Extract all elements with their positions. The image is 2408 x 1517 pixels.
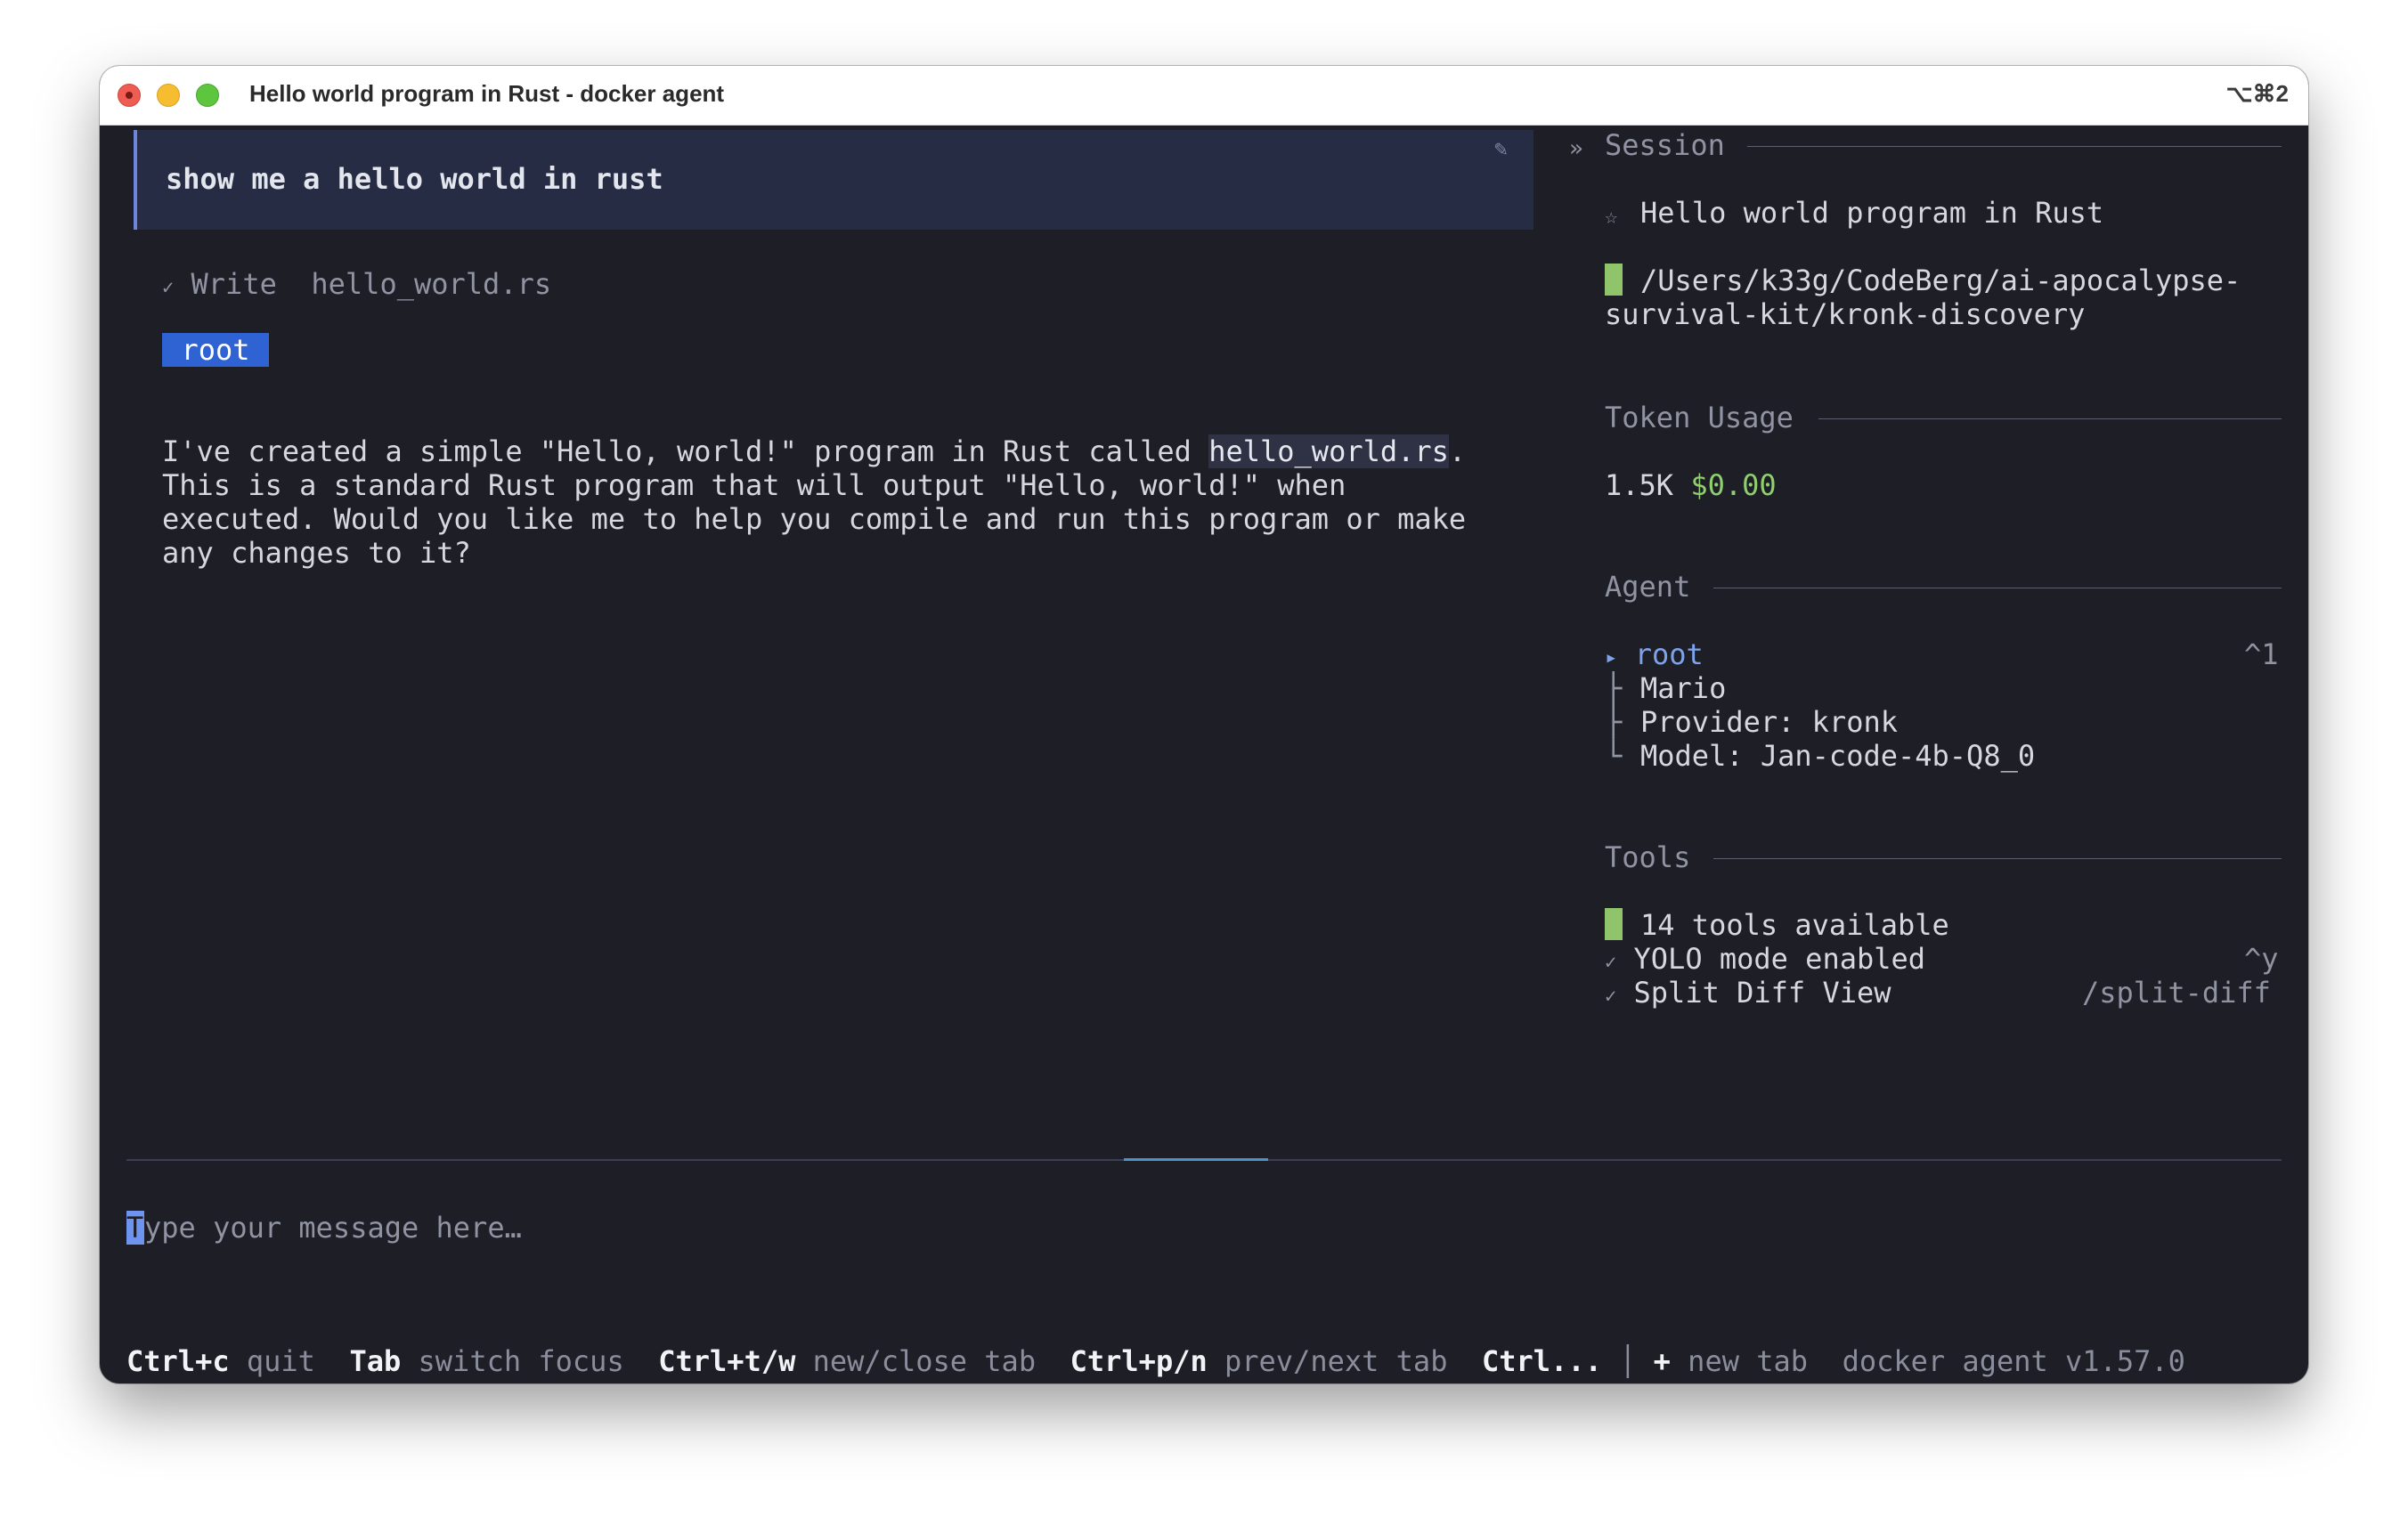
- text-cursor: T: [126, 1211, 144, 1245]
- token-usage-divider: [1818, 418, 2282, 419]
- yolo-mode-label: YOLO mode enabled: [1633, 942, 1926, 976]
- session-title: Hello world program in Rust: [1640, 196, 2104, 230]
- title-bar: Hello world program in Rust - docker age…: [100, 66, 2308, 126]
- tool-call-row[interactable]: ✓ Write hello_world.rs: [162, 267, 551, 305]
- split-diff-label: Split Diff View: [1633, 976, 1891, 1010]
- check-icon: ✓: [1605, 986, 1617, 1008]
- sidebar-collapse-icon[interactable]: »: [1569, 132, 1583, 166]
- response-line-2: This is a standard Rust program that wil…: [162, 468, 1346, 502]
- agent-name: root: [1634, 637, 1704, 671]
- agent-provider: Provider: kronk: [1640, 705, 1898, 739]
- response-line-3: executed. Would you like me to help you …: [162, 502, 1467, 536]
- window-shortcut: ⌥⌘2: [2225, 80, 2289, 107]
- tools-heading: Tools: [1605, 840, 1691, 874]
- key-prev-next-tab[interactable]: Ctrl+p/n: [1070, 1344, 1208, 1378]
- agent-arrow-icon: ▸: [1605, 645, 1618, 669]
- user-message[interactable]: show me a hello world in rust ✎: [134, 130, 1533, 230]
- key-quit-label: quit: [246, 1344, 315, 1378]
- check-icon: ✓: [162, 277, 175, 299]
- edit-icon[interactable]: ✎: [1493, 139, 1509, 160]
- agent-description: Mario: [1640, 671, 1727, 705]
- message-input-placeholder: ype your message here…: [144, 1211, 522, 1245]
- key-more[interactable]: Ctrl...: [1482, 1344, 1602, 1378]
- key-new-close-tab[interactable]: Ctrl+t/w: [658, 1344, 795, 1378]
- agent-model: Model: Jan-code-4b-Q8_0: [1640, 739, 2036, 773]
- star-icon[interactable]: ☆: [1605, 199, 1617, 233]
- zoom-window-button[interactable]: [196, 84, 219, 107]
- agent-badge: root: [162, 333, 269, 367]
- tool-call-file: hello_world.rs: [311, 267, 552, 301]
- tools-indicator: [1605, 908, 1623, 940]
- session-path-line-1: /Users/k33g/CodeBerg/ai-apocalypse-: [1640, 264, 2241, 297]
- tool-call-action: Write: [191, 267, 277, 301]
- key-quit[interactable]: Ctrl+c: [126, 1344, 230, 1378]
- keybinding-bar: Ctrl+c quit Tab switch focus Ctrl+t/w ne…: [126, 1344, 2185, 1378]
- new-tab-label[interactable]: new tab: [1688, 1344, 1808, 1378]
- agent-item-root[interactable]: ▸ root: [1605, 637, 1704, 674]
- token-count: 1.5K: [1605, 468, 1674, 502]
- agent-tree-3: └: [1605, 739, 1623, 773]
- inline-code-filename: hello_world.rs: [1208, 434, 1449, 468]
- token-usage-heading: Token Usage: [1605, 401, 1794, 434]
- assistant-response: I've created a simple "Hello, world!" pr…: [162, 434, 1466, 570]
- user-message-text: show me a hello world in rust: [166, 162, 663, 196]
- session-path-line-2: survival-kit/kronk-discovery: [1605, 297, 2086, 331]
- session-divider: [1747, 146, 2282, 147]
- message-input[interactable]: Type your message here…: [126, 1211, 522, 1245]
- key-switch-focus[interactable]: Tab: [349, 1344, 401, 1378]
- version-label: docker agent v1.57.0: [1842, 1344, 2185, 1378]
- response-line-4: any changes to it?: [162, 536, 471, 570]
- yolo-mode-item[interactable]: ✓ YOLO mode enabled: [1605, 942, 1925, 980]
- session-path: /Users/k33g/CodeBerg/ai-apocalypse- surv…: [1605, 264, 2241, 331]
- token-cost: $0.00: [1690, 468, 1777, 502]
- window-title: Hello world program in Rust - docker age…: [249, 80, 725, 107]
- agent-shortcut: ^1: [2244, 637, 2279, 671]
- agent-heading: Agent: [1605, 570, 1691, 604]
- key-prev-next-tab-label: prev/next tab: [1224, 1344, 1448, 1378]
- tools-divider: [1713, 858, 2282, 859]
- check-icon: ✓: [1605, 952, 1617, 974]
- path-indicator: [1605, 264, 1623, 296]
- response-line-1-end: .: [1448, 434, 1467, 468]
- close-window-button[interactable]: [118, 84, 141, 107]
- split-diff-item[interactable]: ✓ Split Diff View: [1605, 976, 1891, 1014]
- new-tab-plus-icon[interactable]: +: [1654, 1344, 1671, 1378]
- status-separator: │: [1619, 1344, 1637, 1378]
- terminal-window: Hello world program in Rust - docker age…: [100, 66, 2308, 1383]
- agent-tree-1: ├: [1605, 671, 1623, 705]
- input-divider-highlight: [1124, 1158, 1268, 1161]
- response-line-1: I've created a simple "Hello, world!" pr…: [162, 434, 1209, 468]
- key-switch-focus-label: switch focus: [418, 1344, 624, 1378]
- split-diff-command: /split-diff: [2082, 976, 2271, 1010]
- key-new-close-tab-label: new/close tab: [812, 1344, 1037, 1378]
- tools-available: 14 tools available: [1605, 908, 1949, 942]
- agent-tree-2: ├: [1605, 705, 1623, 739]
- yolo-shortcut: ^y: [2244, 942, 2279, 976]
- minimize-window-button[interactable]: [157, 84, 180, 107]
- tools-available-label: 14 tools available: [1640, 908, 1949, 942]
- session-heading: Session: [1605, 128, 1725, 162]
- token-usage-row: 1.5K $0.00: [1605, 468, 1777, 502]
